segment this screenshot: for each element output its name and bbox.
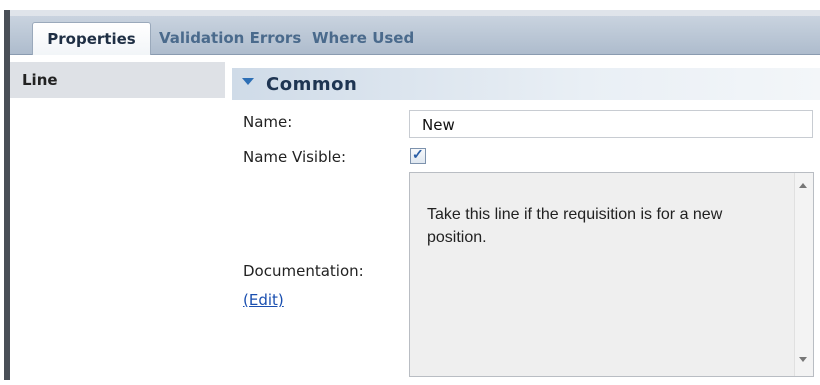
name-label: Name: <box>243 113 293 131</box>
documentation-scrollbar[interactable] <box>794 173 813 376</box>
documentation-label: Documentation: <box>243 262 364 280</box>
section-title: Common <box>266 74 358 95</box>
name-visible-label: Name Visible: <box>243 148 347 166</box>
nav-item-label: Line <box>22 71 58 89</box>
section-common-header[interactable]: Common <box>232 68 820 100</box>
properties-view: Properties Validation Errors Where Used … <box>0 0 820 385</box>
chevron-down-icon[interactable] <box>242 78 254 85</box>
scroll-up-icon[interactable] <box>799 183 807 188</box>
name-visible-checkbox[interactable]: ✓ <box>410 146 426 164</box>
check-icon: ✓ <box>412 146 424 162</box>
name-input[interactable]: New <box>409 110 813 138</box>
documentation-field[interactable]: Take this line if the requisition is for… <box>409 172 814 377</box>
tab-bar: Properties Validation Errors Where Used <box>10 16 820 55</box>
nav-item-line[interactable]: Line <box>10 62 225 98</box>
documentation-text: Take this line if the requisition is for… <box>427 206 723 246</box>
edit-documentation-link[interactable]: (Edit) <box>243 291 284 309</box>
tab-properties[interactable]: Properties <box>32 22 151 55</box>
scroll-down-icon[interactable] <box>799 357 807 362</box>
tab-validation-errors[interactable]: Validation Errors <box>159 22 301 54</box>
tab-where-used[interactable]: Where Used <box>312 22 414 54</box>
